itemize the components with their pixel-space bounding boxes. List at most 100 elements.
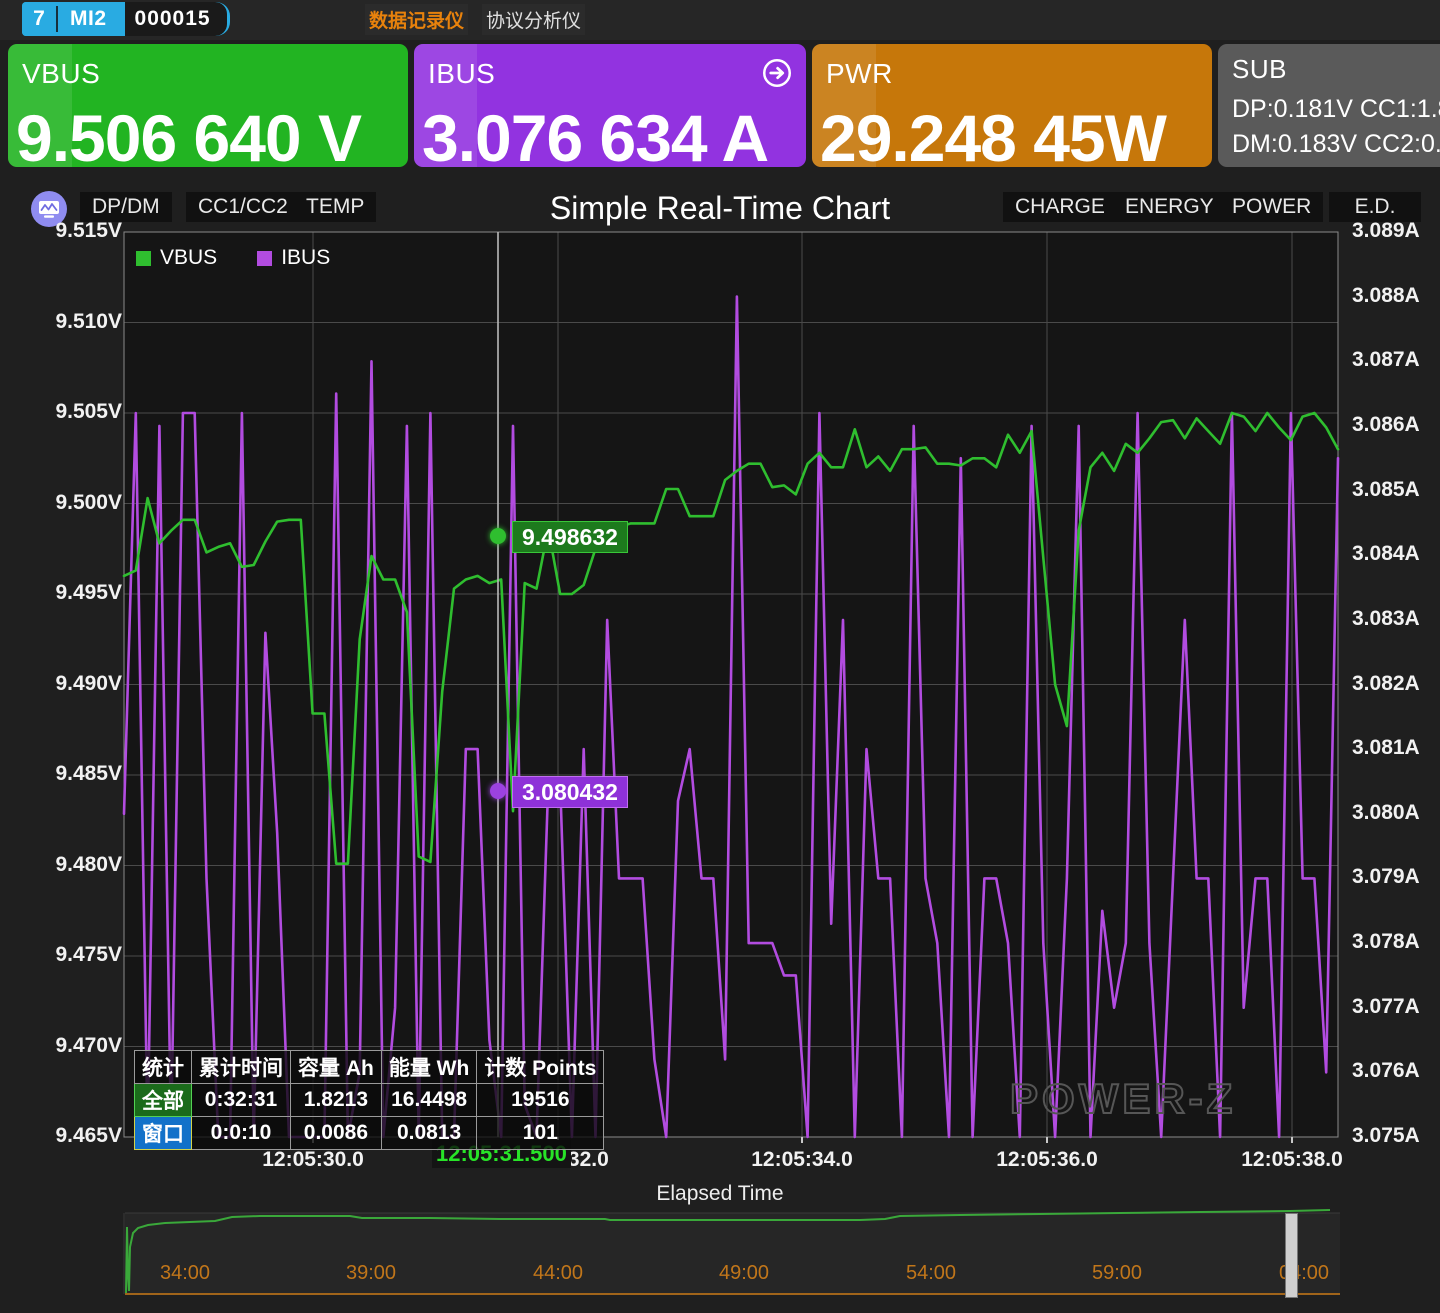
- y-right-tick: 3.079A: [1352, 865, 1420, 889]
- device-badge[interactable]: 7 MI2 000015: [22, 2, 230, 36]
- y-right-tick: 3.087A: [1352, 348, 1420, 372]
- card-sub-label: SUB: [1232, 54, 1287, 85]
- card-sub-details: DP:0.181V CC1:1.8 DM:0.183V CC2:0.3: [1232, 92, 1440, 161]
- cell-all-energy: 16.4498: [381, 1084, 476, 1117]
- navigator-canvas: [0, 1205, 1440, 1313]
- legend-entry-ibus[interactable]: IBUS: [257, 246, 330, 270]
- device-name: MI2: [58, 2, 125, 36]
- y-right-tick: 3.080A: [1352, 801, 1420, 825]
- x-axis-tick: 12:05:30.0: [262, 1148, 364, 1172]
- navigator-tick: 34:00: [160, 1262, 210, 1285]
- legend-swatch-ibus: [257, 251, 272, 266]
- sub-line-dm-cc2: DM:0.183V CC2:0.3: [1232, 127, 1440, 162]
- th-points: 计数 Points: [477, 1051, 604, 1084]
- card-sub[interactable]: SUB DP:0.181V CC1:1.8 DM:0.183V CC2:0.3: [1218, 44, 1440, 167]
- card-pwr-label: PWR: [826, 58, 893, 90]
- y-right-tick: 3.078A: [1352, 930, 1420, 954]
- y-left-tick: 9.465V: [55, 1124, 122, 1148]
- chart-legend: VBUS IBUS: [136, 246, 330, 270]
- card-vbus-label: VBUS: [22, 58, 100, 90]
- row-label-window[interactable]: 窗口: [135, 1117, 192, 1150]
- device-id: 000015: [125, 2, 227, 36]
- cell-win-points: 101: [477, 1117, 604, 1150]
- y-right-tick: 3.083A: [1352, 607, 1420, 631]
- navigator-tick: 39:00: [346, 1262, 396, 1285]
- nav-item-protocol-analyzer[interactable]: 协议分析仪: [482, 4, 585, 35]
- cell-all-points: 19516: [477, 1084, 604, 1117]
- cursor-dot-ibus: [490, 783, 506, 799]
- y-right-tick: 3.075A: [1352, 1124, 1420, 1148]
- card-pwr[interactable]: PWR 29.248 45W: [812, 44, 1212, 167]
- tab-temp[interactable]: TEMP: [294, 192, 376, 222]
- power-z-watermark: POWER-Z: [1010, 1075, 1236, 1123]
- y-right-tick: 3.081A: [1352, 736, 1420, 760]
- y-right-tick: 3.076A: [1352, 1059, 1420, 1083]
- y-right-tick: 3.077A: [1352, 995, 1420, 1019]
- y-right-tick: 3.085A: [1352, 478, 1420, 502]
- y-left-tick: 9.510V: [55, 310, 122, 334]
- y-left-tick: 9.515V: [55, 219, 122, 243]
- y-right-tick: 3.082A: [1352, 672, 1420, 696]
- th-stat: 统计: [135, 1051, 192, 1084]
- y-right-tick: 3.084A: [1352, 542, 1420, 566]
- top-navigation: 数据记录仪 协议分析仪: [365, 4, 585, 34]
- y-right-tick: 3.088A: [1352, 284, 1420, 308]
- navigator-scroll-handle[interactable]: [1285, 1213, 1298, 1298]
- navigator-tick: 54:00: [906, 1262, 956, 1285]
- table-header-row: 统计 累计时间 容量 Ah 能量 Wh 计数 Points: [135, 1051, 604, 1084]
- statistics-table: 统计 累计时间 容量 Ah 能量 Wh 计数 Points 全部 0:32:31…: [134, 1050, 604, 1150]
- measurement-cards: VBUS 9.506 640 V IBUS 3.076 634 A PWR 29…: [0, 44, 1440, 171]
- sub-line-dp-cc1: DP:0.181V CC1:1.8: [1232, 92, 1440, 127]
- y-right-tick: 3.089A: [1352, 219, 1420, 243]
- x-axis-tick: 12:05:36.0: [996, 1148, 1098, 1172]
- card-vbus-value: 9.506 640 V: [16, 105, 402, 167]
- cursor-tooltip-vbus: 9.498632: [512, 521, 628, 553]
- navigator-tick: 59:00: [1092, 1262, 1142, 1285]
- y-left-tick: 9.475V: [55, 943, 122, 967]
- timeline-navigator[interactable]: [0, 1205, 1440, 1313]
- power-z-app-window: 7 MI2 000015 数据记录仪 协议分析仪 VBUS 9.506 640 …: [0, 0, 1440, 1313]
- navigator-tick: 44:00: [533, 1262, 583, 1285]
- y-left-tick: 9.480V: [55, 853, 122, 877]
- table-row: 窗口 0:0:10 0.0086 0.0813 101: [135, 1117, 604, 1150]
- cell-all-capacity: 1.8213: [291, 1084, 382, 1117]
- arrow-right-circle-icon[interactable]: [762, 58, 792, 88]
- row-label-all[interactable]: 全部: [135, 1084, 192, 1117]
- cell-win-energy: 0.0813: [381, 1117, 476, 1150]
- legend-entry-vbus[interactable]: VBUS: [136, 246, 217, 270]
- x-axis-tick: 12:05:34.0: [751, 1148, 853, 1172]
- chart-canvas: [0, 228, 1440, 1143]
- top-status-bar: 7 MI2 000015 数据记录仪 协议分析仪: [0, 0, 1440, 40]
- legend-label-vbus: VBUS: [160, 246, 217, 270]
- tab-ed[interactable]: E.D.: [1329, 192, 1421, 222]
- y-left-tick: 9.490V: [55, 672, 122, 696]
- y-left-tick: 9.495V: [55, 581, 122, 605]
- th-capacity: 容量 Ah: [291, 1051, 382, 1084]
- th-energy: 能量 Wh: [381, 1051, 476, 1084]
- y-left-tick: 9.470V: [55, 1034, 122, 1058]
- card-pwr-value: 29.248 45W: [820, 105, 1206, 167]
- tab-charge[interactable]: CHARGE: [1003, 192, 1117, 222]
- tab-power[interactable]: POWER: [1220, 192, 1323, 222]
- x-axis-title: Elapsed Time: [0, 1182, 1440, 1206]
- cell-win-time: 0:0:10: [192, 1117, 291, 1150]
- y-left-tick: 9.500V: [55, 491, 122, 515]
- card-ibus-label: IBUS: [428, 58, 495, 90]
- cursor-dot-vbus: [490, 528, 506, 544]
- legend-label-ibus: IBUS: [281, 246, 330, 270]
- cell-all-time: 0:32:31: [192, 1084, 291, 1117]
- nav-item-data-logger[interactable]: 数据记录仪: [365, 4, 468, 35]
- card-ibus[interactable]: IBUS 3.076 634 A: [414, 44, 806, 167]
- tab-energy[interactable]: ENERGY: [1113, 192, 1226, 222]
- cursor-tooltip-ibus: 3.080432: [512, 776, 628, 808]
- card-vbus[interactable]: VBUS 9.506 640 V: [8, 44, 408, 167]
- chart-plot-area[interactable]: [0, 228, 1440, 1143]
- y-left-tick: 9.505V: [55, 400, 122, 424]
- tab-dp-dm[interactable]: DP/DM: [80, 192, 172, 222]
- table-row: 全部 0:32:31 1.8213 16.4498 19516: [135, 1084, 604, 1117]
- y-left-tick: 9.485V: [55, 762, 122, 786]
- tab-cc1-cc2[interactable]: CC1/CC2: [186, 192, 300, 222]
- cell-win-capacity: 0.0086: [291, 1117, 382, 1150]
- y-right-tick: 3.086A: [1352, 413, 1420, 437]
- navigator-tick: 49:00: [719, 1262, 769, 1285]
